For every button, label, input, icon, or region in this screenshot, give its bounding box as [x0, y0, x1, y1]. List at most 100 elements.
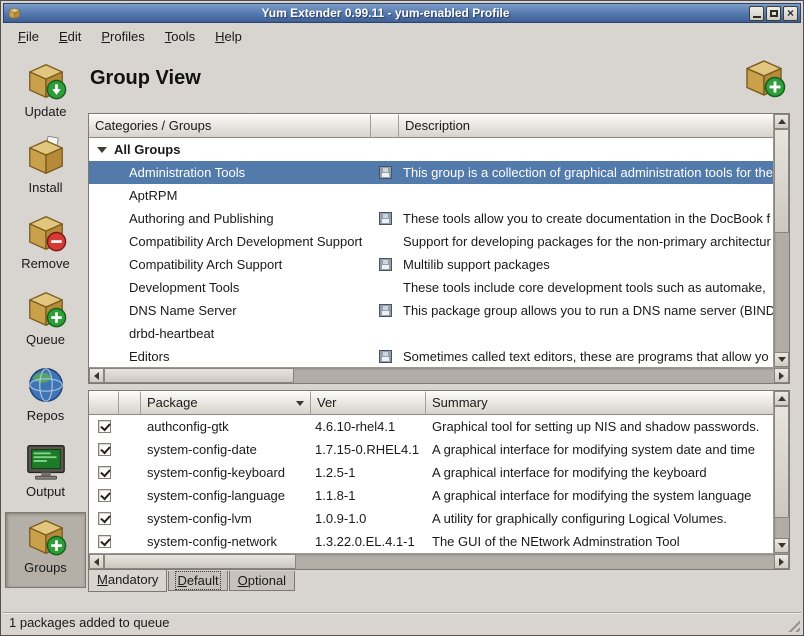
packages-vertical-scrollbar[interactable] [773, 391, 789, 553]
menu-tools[interactable]: Tools [156, 27, 204, 46]
package-checkbox[interactable] [98, 443, 111, 456]
scroll-thumb[interactable] [774, 406, 789, 518]
sidebar-label: Output [6, 484, 85, 499]
column-header-ver[interactable]: Ver [311, 391, 426, 415]
scroll-track[interactable] [104, 554, 774, 569]
group-row[interactable]: Administration Tools This group is a col… [89, 161, 773, 184]
menu-profiles[interactable]: Profiles [92, 27, 153, 46]
arrow-left-icon [94, 558, 99, 566]
package-row[interactable]: system-config-lvm 1.0.9-1.0 A utility fo… [89, 507, 773, 530]
tab-optional[interactable]: Optional [229, 571, 295, 591]
group-row[interactable]: DNS Name Server This package group allow… [89, 299, 773, 322]
package-row[interactable]: authconfig-gtk 4.6.10-rhel4.1 Graphical … [89, 415, 773, 438]
scroll-right-button[interactable] [774, 554, 789, 569]
statusbar: 1 packages added to queue [3, 612, 801, 633]
group-name: Administration Tools [89, 161, 245, 184]
column-header-package[interactable]: Package [141, 391, 311, 415]
close-button[interactable]: × [783, 6, 798, 21]
column-header-summary[interactable]: Summary [426, 391, 773, 415]
group-name: Editors [89, 345, 169, 367]
package-checkbox[interactable] [98, 489, 111, 502]
package-type-tabs: Mandatory Default Optional [88, 570, 790, 594]
column-header-status[interactable] [119, 391, 141, 415]
titlebar[interactable]: Yum Extender 0.99.11 - yum-enabled Profi… [3, 3, 801, 23]
package-row[interactable]: system-config-network 1.3.22.0.EL.4.1-1 … [89, 530, 773, 553]
scroll-thumb[interactable] [774, 129, 789, 233]
package-queue-icon [23, 288, 69, 330]
group-row[interactable]: drbd-heartbeat [89, 322, 773, 345]
group-name: AptRPM [89, 184, 177, 207]
tab-default[interactable]: Default [168, 571, 227, 591]
repos-globe-icon [23, 364, 69, 406]
sidebar-item-install[interactable]: Install [5, 132, 86, 208]
column-header-icon[interactable] [371, 114, 399, 138]
sidebar-item-update[interactable]: Update [5, 56, 86, 132]
groups-vertical-scrollbar[interactable] [773, 114, 789, 367]
tab-mandatory[interactable]: Mandatory [88, 569, 167, 592]
arrow-right-icon [779, 558, 784, 566]
packages-rows: authconfig-gtk 4.6.10-rhel4.1 Graphical … [89, 415, 773, 553]
group-row[interactable]: Editors Sometimes called text editors, t… [89, 345, 773, 367]
scroll-up-button[interactable] [774, 391, 789, 406]
expander-down-icon[interactable] [97, 147, 107, 153]
group-description [399, 184, 773, 207]
scroll-right-button[interactable] [774, 368, 789, 383]
resize-grip-icon[interactable] [785, 617, 800, 632]
maximize-button[interactable] [766, 6, 781, 21]
package-install-icon [23, 136, 69, 178]
packages-table-header: Package Ver Summary [89, 391, 773, 415]
scroll-thumb[interactable] [104, 368, 294, 383]
package-checkbox[interactable] [98, 535, 111, 548]
group-row[interactable]: AptRPM [89, 184, 773, 207]
arrow-down-icon [778, 543, 786, 548]
minimize-button[interactable] [749, 6, 764, 21]
scroll-left-button[interactable] [89, 554, 104, 569]
floppy-icon [379, 304, 392, 317]
column-header-description[interactable]: Description [399, 114, 773, 138]
scroll-left-button[interactable] [89, 368, 104, 383]
group-row[interactable]: Development Tools These tools include co… [89, 276, 773, 299]
scroll-thumb[interactable] [104, 554, 296, 569]
group-description: This package group allows you to run a D… [399, 299, 773, 322]
package-row[interactable]: system-config-date 1.7.15-0.RHEL4.1 A gr… [89, 438, 773, 461]
packages-horizontal-scrollbar[interactable] [89, 553, 789, 569]
group-description: These tools include core development too… [399, 276, 773, 299]
groups-horizontal-scrollbar[interactable] [89, 367, 789, 383]
package-checkbox[interactable] [98, 420, 111, 433]
groups-rows: All Groups Administration Tools This gro… [89, 138, 773, 367]
group-description: Sometimes called text editors, these are… [399, 345, 773, 367]
group-row[interactable]: Compatibility Arch Development Support S… [89, 230, 773, 253]
group-row[interactable]: Authoring and Publishing These tools all… [89, 207, 773, 230]
group-description: This group is a collection of graphical … [399, 161, 773, 184]
menu-edit[interactable]: Edit [50, 27, 90, 46]
package-name: system-config-keyboard [141, 461, 311, 484]
sidebar-item-remove[interactable]: Remove [5, 208, 86, 284]
column-header-checkbox[interactable] [89, 391, 119, 415]
package-checkbox[interactable] [98, 466, 111, 479]
menu-help[interactable]: Help [206, 27, 251, 46]
arrow-left-icon [94, 372, 99, 380]
scroll-down-button[interactable] [774, 352, 789, 367]
scroll-up-button[interactable] [774, 114, 789, 129]
sidebar-item-queue[interactable]: Queue [5, 284, 86, 360]
sidebar-item-groups[interactable]: Groups [5, 512, 86, 588]
column-header-categories[interactable]: Categories / Groups [89, 114, 371, 138]
menu-file[interactable]: File [9, 27, 48, 46]
package-version: 1.0.9-1.0 [311, 507, 426, 530]
package-row[interactable]: system-config-keyboard 1.2.5-1 A graphic… [89, 461, 773, 484]
package-version: 4.6.10-rhel4.1 [311, 415, 426, 438]
scroll-track[interactable] [774, 129, 789, 352]
scroll-track[interactable] [774, 406, 789, 538]
sidebar-item-repos[interactable]: Repos [5, 360, 86, 436]
package-row[interactable]: system-config-language 1.1.8-1 A graphic… [89, 484, 773, 507]
sidebar-label: Update [6, 104, 85, 119]
sidebar-item-output[interactable]: Output [5, 436, 86, 512]
minimize-icon [753, 16, 761, 18]
group-root-row[interactable]: All Groups [89, 138, 773, 161]
scroll-track[interactable] [104, 368, 774, 383]
package-summary: Graphical tool for setting up NIS and sh… [426, 415, 773, 438]
scroll-down-button[interactable] [774, 538, 789, 553]
packages-notebook: Package Ver Summary authconfig-gtk 4.6.1… [88, 390, 790, 594]
group-row[interactable]: Compatibility Arch Support Multilib supp… [89, 253, 773, 276]
package-checkbox[interactable] [98, 512, 111, 525]
